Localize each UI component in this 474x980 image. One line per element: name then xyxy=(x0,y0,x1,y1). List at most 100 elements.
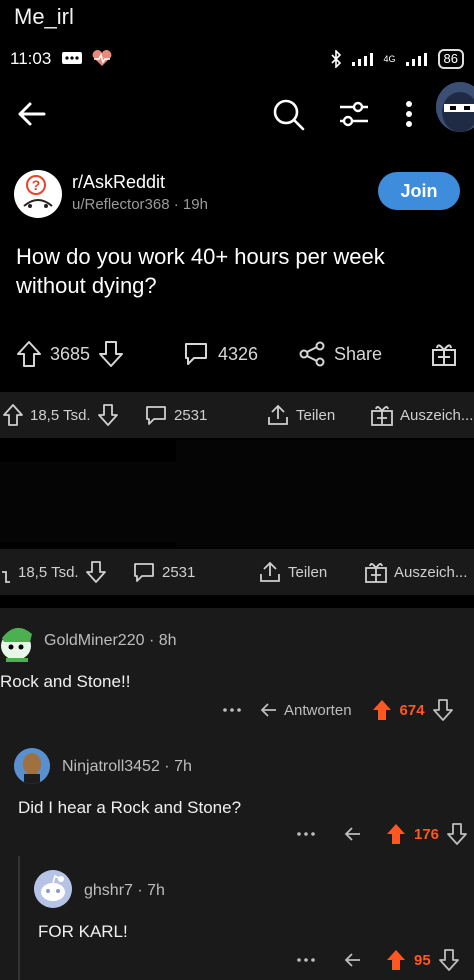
comment-count: 4326 xyxy=(218,343,259,364)
gift-icon xyxy=(430,340,458,368)
status-bar: 11:03 4G 86 xyxy=(0,40,474,78)
comment-count: 2531 xyxy=(162,563,196,581)
post-card: ? r/AskReddit u/Reflector368 · 19h Join … xyxy=(0,150,474,382)
top-bar xyxy=(0,78,474,150)
upvote-count: 3685 xyxy=(50,343,91,364)
downvote-arrow-icon[interactable] xyxy=(85,560,107,584)
thread-line xyxy=(18,856,20,980)
gift-icon xyxy=(370,403,394,427)
reply-arrow-icon[interactable] xyxy=(344,826,362,842)
post-action-bar: 3685 4326 Share xyxy=(0,336,474,372)
post-meta: u/Reflector368 · 19h xyxy=(72,196,208,213)
upvote-arrow-icon[interactable] xyxy=(0,560,12,584)
vote-group: 3685 xyxy=(16,336,124,372)
comment-actions: 176 xyxy=(296,820,467,848)
downvote-arrow-icon[interactable] xyxy=(98,340,124,368)
comment-user[interactable]: GoldMiner220 · 8h xyxy=(44,632,177,650)
meme-caption: Me_irl xyxy=(0,0,474,40)
comment-actions: 95 xyxy=(296,946,459,974)
share-label: Teilen xyxy=(288,563,328,581)
profile-avatar[interactable] xyxy=(436,82,474,132)
share-button[interactable]: Teilen xyxy=(258,549,327,595)
german-action-bar: 18,5 Tsd. 2531 Teilen Auszeich... xyxy=(0,392,474,438)
status-time: 11:03 xyxy=(10,49,52,68)
share-upload-icon xyxy=(258,560,282,584)
share-icon xyxy=(298,340,326,368)
subreddit-name[interactable]: r/AskReddit xyxy=(72,172,165,193)
join-button[interactable]: Join xyxy=(378,172,460,210)
upvote-arrow-icon[interactable] xyxy=(2,403,24,427)
comment-bubble-icon xyxy=(182,340,210,368)
avatar[interactable] xyxy=(14,748,50,784)
bluetooth-icon xyxy=(330,50,342,68)
comment-thread: GoldMiner220 · 8h Rock and Stone!! Antwo… xyxy=(0,608,474,980)
upvote-arrow-icon[interactable] xyxy=(372,699,392,721)
more-horizontal-icon[interactable] xyxy=(296,957,316,963)
award-button[interactable]: Auszeich... xyxy=(364,549,467,595)
redaction-band xyxy=(176,440,474,558)
comment-bubble-icon xyxy=(144,403,168,427)
battery-indicator: 86 xyxy=(437,49,464,69)
heart-monitor-icon xyxy=(91,50,113,68)
message-icon xyxy=(61,51,83,67)
comment-actions: Antworten 674 xyxy=(222,696,453,724)
comments-button[interactable]: 4326 xyxy=(182,336,258,372)
upvote-arrow-icon[interactable] xyxy=(16,340,42,368)
german-action-bar: 18,5 Tsd. 2531 Teilen Auszeich... xyxy=(0,549,474,595)
comment-age: 7h xyxy=(174,758,192,775)
post-title: How do you work 40+ hours per week witho… xyxy=(16,244,385,298)
comment-age: 8h xyxy=(158,632,177,649)
more-horizontal-icon[interactable] xyxy=(222,707,242,713)
avatar[interactable] xyxy=(34,870,72,908)
vote-count: 95 xyxy=(414,951,431,969)
gift-icon xyxy=(364,560,388,584)
downvote-arrow-icon[interactable] xyxy=(432,699,453,721)
comment-username[interactable]: ghshr7 xyxy=(84,882,133,899)
post-author[interactable]: u/Reflector368 xyxy=(72,196,170,213)
signal-icon xyxy=(350,51,376,67)
svg-text:?: ? xyxy=(32,177,41,193)
reply-arrow-icon xyxy=(260,703,276,717)
post-age: 19h xyxy=(182,196,208,213)
vote-count: 674 xyxy=(399,701,425,719)
subreddit-icon[interactable]: ? xyxy=(14,170,62,218)
downvote-arrow-icon[interactable] xyxy=(97,403,119,427)
back-arrow-icon[interactable] xyxy=(14,96,50,132)
signal-icon-2 xyxy=(404,51,430,67)
comment-age: 7h xyxy=(147,882,165,899)
comments-button[interactable]: 2531 xyxy=(144,392,207,438)
comment-body: FOR KARL! xyxy=(38,922,128,941)
vote-count: 18,5 Tsd. xyxy=(30,406,91,424)
upvote-arrow-icon[interactable] xyxy=(386,823,406,845)
comment-body: Did I hear a Rock and Stone? xyxy=(18,798,242,817)
comment-user[interactable]: ghshr7 · 7h xyxy=(84,882,165,900)
comment-bubble-icon xyxy=(132,560,156,584)
share-label: Teilen xyxy=(296,406,336,424)
vote-group: 18,5 Tsd. xyxy=(0,549,107,595)
avatar[interactable] xyxy=(0,620,34,662)
upvote-arrow-icon[interactable] xyxy=(386,949,406,971)
share-button[interactable]: Teilen xyxy=(266,392,335,438)
vote-count: 18,5 Tsd. xyxy=(18,563,79,581)
reply-button[interactable]: Antworten xyxy=(260,702,352,719)
downvote-arrow-icon[interactable] xyxy=(447,823,467,845)
award-button[interactable] xyxy=(430,336,458,372)
comments-button[interactable]: 2531 xyxy=(132,549,195,595)
award-button[interactable]: Auszeich... xyxy=(370,392,473,438)
more-horizontal-icon[interactable] xyxy=(296,831,316,837)
award-label: Auszeich... xyxy=(394,563,468,581)
comment-username[interactable]: Ninjatroll3452 xyxy=(62,758,160,775)
search-icon[interactable] xyxy=(270,96,306,132)
reply-label: Antworten xyxy=(284,701,352,719)
downvote-arrow-icon[interactable] xyxy=(438,949,459,971)
redacted-region xyxy=(0,440,474,558)
comment-username[interactable]: GoldMiner220 xyxy=(44,632,145,649)
comment-count: 2531 xyxy=(174,406,208,424)
comment-user[interactable]: Ninjatroll3452 · 7h xyxy=(62,758,192,776)
comment-body: Rock and Stone!! xyxy=(0,672,131,691)
reply-arrow-icon[interactable] xyxy=(344,952,362,968)
network-type-label: 4G xyxy=(383,53,396,64)
filter-icon[interactable] xyxy=(336,96,372,132)
share-button[interactable]: Share xyxy=(298,336,382,372)
more-vertical-icon[interactable] xyxy=(394,96,424,132)
